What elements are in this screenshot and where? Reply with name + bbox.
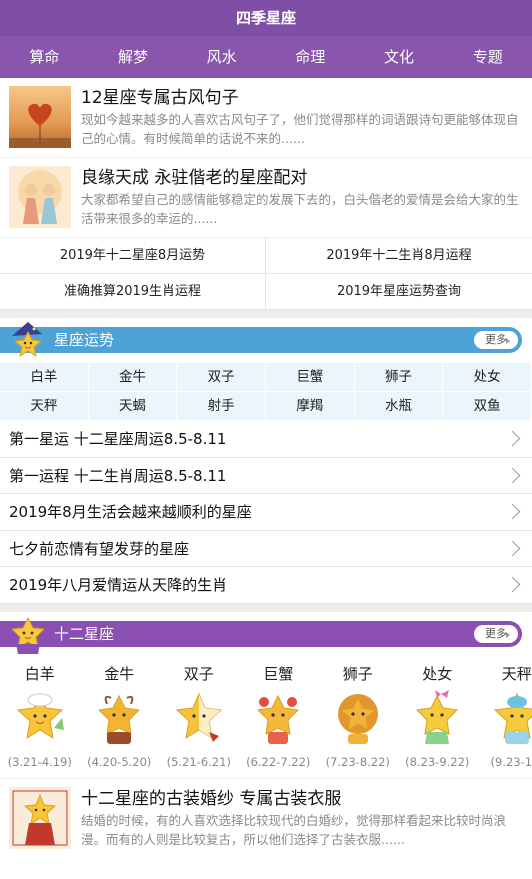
section-divider <box>0 603 532 612</box>
libra-mascot-icon <box>477 685 532 753</box>
nav-item-culture[interactable]: 文化 <box>355 36 444 78</box>
sign-libra[interactable]: 天秤 <box>0 392 89 421</box>
section-title: 星座运势 <box>54 331 115 349</box>
sign-capricorn[interactable]: 摩羯 <box>265 392 355 421</box>
quick-link[interactable]: 准确推算2019生肖运程 <box>0 274 266 310</box>
sign-pisces[interactable]: 双鱼 <box>443 392 532 421</box>
wizard-star-mascot-icon <box>12 322 43 358</box>
zodiac-date: (8.23-9.22) <box>405 754 470 769</box>
taurus-mascot-icon <box>80 685 160 753</box>
sign-scorpio[interactable]: 天蝎 <box>88 392 178 421</box>
nav-item-destiny[interactable]: 命理 <box>266 36 355 78</box>
article-item[interactable]: 12星座专属古风句子 现如今越来越多的人喜欢古风句子了，他们觉得那样的词语跟诗句… <box>0 78 532 158</box>
star-mascot-icon <box>10 616 46 654</box>
heart-sunset-thumbnail <box>9 86 71 148</box>
zodiac-date: (6.22-7.22) <box>246 754 311 769</box>
zodiac-sign-grid: 白羊 金牛 双子 巨蟹 狮子 处女 天秤 天蝎 射手 摩羯 水瓶 双鱼 <box>0 363 532 421</box>
article-title: 十二星座的古装婚纱 专属古装衣服 <box>81 788 342 809</box>
quick-links-grid: 2019年十二星座8月运势 2019年十二生肖8月运程 准确推算2019生肖运程… <box>0 238 532 310</box>
top-nav: 算命 解梦 风水 命理 文化 专题 <box>0 36 532 78</box>
chevron-right-icon <box>504 540 521 556</box>
list-item-label: 2019年8月生活会越来越顺利的星座 <box>9 503 252 521</box>
zodiac-date: (3.21-4.19) <box>7 754 72 769</box>
zodiac-date: (7.23-8.22) <box>325 754 390 769</box>
twelve-zodiac-section-header: 十二星座 更多 <box>0 612 532 657</box>
list-item[interactable]: 七夕前恋情有望发芽的星座 <box>0 531 532 567</box>
zodiac-carousel[interactable]: 白羊 (3.21-4.19) 金牛 (4.20-5.20) 双子 (5.21-6… <box>0 657 532 778</box>
list-item-label: 七夕前恋情有望发芽的星座 <box>9 539 190 558</box>
zodiac-date: (9.23-10. <box>490 754 532 769</box>
chevron-right-icon <box>504 467 521 483</box>
list-item-label: 第一星运 十二星座周运8.5-8.11 <box>9 430 227 448</box>
chevron-right-icon <box>504 576 521 593</box>
article-description: 大家都希望自己的感情能够稳定的发展下去的，白头偕老的爱情是会给大家的生活带来很多… <box>81 192 519 226</box>
list-item-label: 第一运程 十二生肖周运8.5-8.11 <box>9 466 227 485</box>
fortune-section-bar: 星座运势 更多 <box>0 327 522 353</box>
sign-aquarius[interactable]: 水瓶 <box>354 392 444 421</box>
zodiac-name: 白羊 <box>24 664 55 683</box>
sign-taurus[interactable]: 金牛 <box>88 363 178 392</box>
zodiac-card[interactable]: 金牛 (4.20-5.20) <box>80 663 160 778</box>
zodiac-card[interactable]: 天秤 (9.23-10. <box>477 663 532 778</box>
zodiac-name: 狮子 <box>342 664 373 683</box>
zodiac-date: (4.20-5.20) <box>87 754 152 769</box>
nav-item-fortune-telling[interactable]: 算命 <box>0 36 89 78</box>
sign-leo[interactable]: 狮子 <box>354 363 444 392</box>
quick-link[interactable]: 2019年星座运势查询 <box>266 274 532 310</box>
virgo-mascot-icon <box>398 685 478 753</box>
sign-aries[interactable]: 白羊 <box>0 363 89 392</box>
cancer-mascot-icon <box>239 685 319 753</box>
section-title: 十二星座 <box>54 624 115 643</box>
fortune-list: 第一星运 十二星座周运8.5-8.11 第一运程 十二生肖周运8.5-8.11 … <box>0 421 532 604</box>
article-title: 良缘天成 永驻偕老的星座配对 <box>81 168 308 188</box>
zodiac-name: 巨蟹 <box>263 664 294 683</box>
article-item[interactable]: 良缘天成 永驻偕老的星座配对 大家都希望自己的感情能够稳定的发展下去的，白头偕老… <box>0 158 532 238</box>
zodiac-card[interactable]: 巨蟹 (6.22-7.22) <box>239 663 319 778</box>
zodiac-date: (5.21-6.21) <box>166 754 231 769</box>
couple-thumbnail <box>9 166 71 228</box>
zodiac-card[interactable]: 处女 (8.23-9.22) <box>398 663 478 778</box>
twelve-zodiac-section-bar: 十二星座 更多 <box>0 620 522 647</box>
nav-item-fengshui[interactable]: 风水 <box>177 36 266 78</box>
bride-star-thumbnail <box>9 786 71 849</box>
chevron-right-icon <box>504 430 521 447</box>
leo-mascot-icon <box>318 685 398 753</box>
gemini-mascot-icon <box>159 685 239 753</box>
more-button[interactable]: 更多 <box>474 331 518 349</box>
zodiac-card[interactable]: 狮子 (7.23-8.22) <box>318 663 398 778</box>
list-item[interactable]: 2019年八月爱情运从天降的生肖 <box>0 567 532 604</box>
zodiac-name: 双子 <box>183 664 214 683</box>
app-title: 四季星座 <box>0 0 532 36</box>
sign-gemini[interactable]: 双子 <box>177 363 266 392</box>
nav-item-topics[interactable]: 专题 <box>443 36 532 78</box>
zodiac-name: 天秤 <box>501 664 532 683</box>
quick-link[interactable]: 2019年十二星座8月运势 <box>0 238 266 274</box>
sign-cancer[interactable]: 巨蟹 <box>265 363 355 392</box>
article-description: 结婚的时候，有的人喜欢选择比较现代的白婚纱，觉得那样看起来比较时尚浪漫。而有的人… <box>81 812 507 847</box>
nav-item-dreams[interactable]: 解梦 <box>89 36 178 78</box>
list-item[interactable]: 2019年8月生活会越来越顺利的星座 <box>0 494 532 531</box>
section-divider <box>0 310 532 318</box>
zodiac-name: 处女 <box>422 664 453 683</box>
zodiac-name: 金牛 <box>104 664 135 683</box>
fortune-section-header: 星座运势 更多 <box>0 318 532 363</box>
article-title: 12星座专属古风句子 <box>81 88 239 108</box>
article-item[interactable]: 十二星座的古装婚纱 专属古装衣服 结婚的时候，有的人喜欢选择比较现代的白婚纱，觉… <box>0 777 532 860</box>
zodiac-card[interactable]: 双子 (5.21-6.21) <box>159 663 239 778</box>
article-description: 现如今越来越多的人喜欢古风句子了，他们觉得那样的词语跟诗句更能够体现自己的心情。… <box>81 112 519 146</box>
list-item[interactable]: 第一运程 十二生肖周运8.5-8.11 <box>0 458 532 494</box>
list-item-label: 2019年八月爱情运从天降的生肖 <box>9 576 228 594</box>
aries-mascot-icon <box>0 685 80 753</box>
sign-sagittarius[interactable]: 射手 <box>177 392 266 421</box>
quick-link[interactable]: 2019年十二生肖8月运程 <box>266 238 532 274</box>
zodiac-card[interactable]: 白羊 (3.21-4.19) <box>0 663 80 778</box>
sign-virgo[interactable]: 处女 <box>443 363 532 392</box>
chevron-right-icon <box>504 503 521 520</box>
list-item[interactable]: 第一星运 十二星座周运8.5-8.11 <box>0 421 532 458</box>
more-button[interactable]: 更多 <box>474 624 518 643</box>
